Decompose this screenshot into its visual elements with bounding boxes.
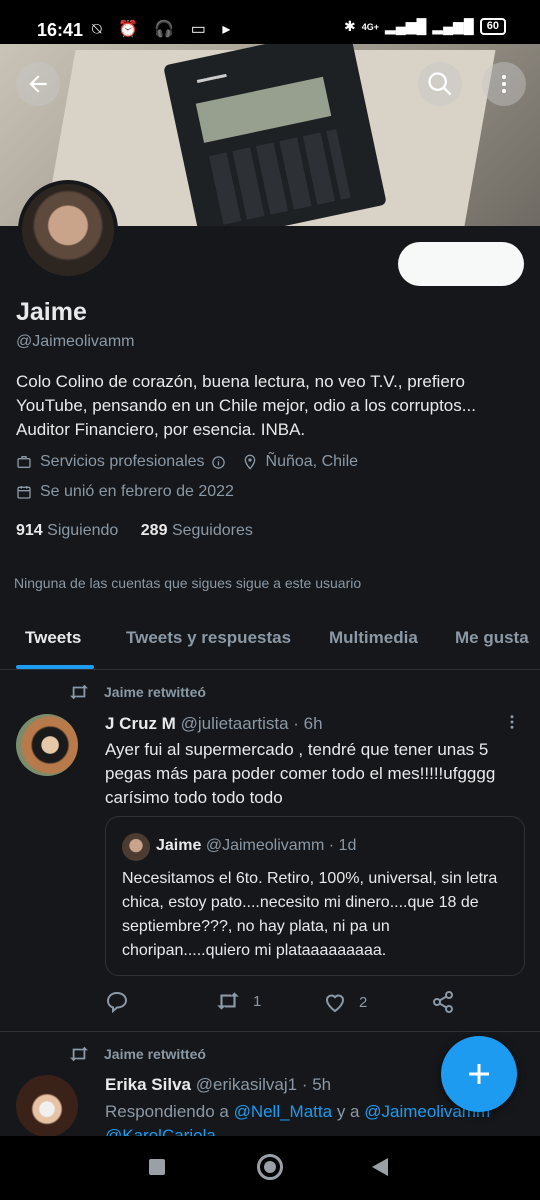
bluetooth-icon: ✱ — [344, 18, 356, 34]
avatar — [122, 833, 150, 861]
follow-counts: 914 Siguiendo 289 Seguidores — [16, 522, 253, 540]
calculator-screen — [195, 76, 332, 143]
heart-icon — [325, 994, 345, 1013]
banner-calculator: ▬▬▬ — [163, 44, 387, 226]
tweet-author[interactable]: Erika Silva — [105, 1075, 191, 1094]
reply-prefix: Respondiendo a — [105, 1102, 229, 1121]
retweet-label: Jaime retwitteó — [104, 684, 206, 700]
reply-button[interactable] — [105, 990, 141, 1014]
calculator-keys — [208, 129, 351, 225]
tab-likes[interactable]: Me gusta — [455, 628, 529, 648]
reply-icon — [106, 991, 128, 1014]
quoted-tweet[interactable]: Jaime @Jaimeolivamm · 1d Necesitamos el … — [105, 816, 525, 976]
retweet-button[interactable]: 1 — [215, 990, 261, 1012]
more-options-button[interactable] — [482, 62, 526, 106]
profile-name: Jaime — [16, 298, 87, 326]
tweet-header: Erika Silva @erikasilvaj1 · 5h — [105, 1075, 331, 1095]
profile-joined: Se unió en febrero de 2022 — [40, 483, 234, 500]
tab-tweets-and-replies[interactable]: Tweets y respuestas — [126, 628, 291, 648]
search-icon — [428, 72, 452, 96]
following-label: Siguiendo — [47, 522, 119, 539]
status-right-icons: ✱ 4G+ ▂▄▆█ ▂▄▆█ 60 — [344, 18, 506, 35]
tweet-text: Ayer fui al supermercado , tendré que te… — [105, 740, 496, 807]
battery-icon: 60 — [479, 18, 506, 35]
plus-icon — [469, 1064, 489, 1084]
signal-icon-2: ▂▄▆█ — [432, 18, 474, 34]
tweet-more-icon[interactable] — [503, 712, 521, 732]
retweet-count: 1 — [253, 992, 262, 1010]
profile-joined-row: Se unió en febrero de 2022 — [16, 483, 234, 501]
tweet-divider — [0, 1031, 540, 1032]
quoted-time: · 1d — [328, 837, 357, 854]
back-icon[interactable] — [372, 1158, 388, 1176]
profile-category-row: Servicios profesionales Ñuñoa, Chile — [16, 453, 358, 471]
search-button[interactable] — [418, 62, 462, 106]
tweet-header: J Cruz M @julietaartista · 6h — [105, 714, 323, 734]
tab-media[interactable]: Multimedia — [329, 628, 418, 648]
arrow-left-icon — [29, 75, 47, 93]
quoted-handle: @Jaimeolivamm — [205, 837, 325, 854]
following-count: 914 — [16, 522, 43, 539]
quoted-text: Necesitamos el 6to. Retiro, 100%, univer… — [122, 870, 498, 959]
follow-button[interactable] — [398, 242, 524, 286]
calendar-icon — [17, 486, 31, 499]
tweet-handle[interactable]: @julietaartista — [181, 714, 289, 733]
tweet-time: · 6h — [293, 714, 323, 733]
location-pin-icon — [244, 454, 255, 470]
system-navigation-bar — [0, 1136, 540, 1200]
tweet-time: · 5h — [301, 1075, 332, 1094]
recent-apps-icon[interactable] — [149, 1159, 165, 1175]
mutual-followers-notice: Ninguna de las cuentas que sigues sigue … — [14, 575, 362, 591]
home-icon[interactable] — [257, 1154, 283, 1180]
active-tab-indicator — [16, 665, 94, 669]
retweet-icon — [70, 1046, 88, 1062]
followers-link[interactable]: 289 Seguidores — [141, 522, 253, 539]
status-notification-icons: ⍉ ⏰ 🎧 ▭ ▸ — [92, 21, 237, 38]
retweet-icon — [70, 684, 88, 700]
share-button[interactable] — [431, 990, 467, 1014]
profile-tabs: Tweets Tweets y respuestas Multimedia Me… — [0, 612, 540, 670]
tweet-actions: 1 2 — [105, 990, 525, 1016]
reply-and: y a — [336, 1102, 360, 1121]
status-time: 16:41 — [37, 20, 84, 40]
tweet-handle[interactable]: @erikasilvaj1 — [196, 1075, 297, 1094]
retweet-label: Jaime retwitteó — [104, 1046, 206, 1062]
like-button[interactable]: 2 — [323, 990, 367, 1014]
like-count: 2 — [359, 993, 368, 1011]
tweet-author[interactable]: J Cruz M — [105, 714, 176, 733]
compose-tweet-button[interactable] — [441, 1036, 517, 1112]
info-icon[interactable] — [211, 455, 226, 470]
retweet-icon — [217, 992, 239, 1010]
more-vertical-icon — [502, 75, 506, 93]
quoted-author: Jaime — [156, 837, 202, 854]
avatar — [22, 184, 114, 276]
profile-bio: Colo Colino de corazón, buena lectura, n… — [16, 372, 476, 439]
retweet-context: Jaime retwitteó — [68, 1045, 206, 1063]
followers-count: 289 — [140, 522, 168, 539]
following-link[interactable]: 914 Siguiendo — [16, 522, 118, 539]
profile-avatar-frame[interactable] — [18, 180, 118, 280]
reply-mention[interactable]: @KarolCariola — [105, 1126, 216, 1136]
calculator-brand: ▬▬▬ — [195, 68, 228, 86]
profile-category[interactable]: Servicios profesionales — [40, 453, 205, 471]
avatar[interactable] — [16, 714, 78, 776]
quoted-tweet-header: Jaime @Jaimeolivamm · 1d — [156, 837, 356, 855]
briefcase-icon — [17, 456, 31, 468]
avatar[interactable] — [16, 1075, 78, 1137]
tab-tweets[interactable]: Tweets — [25, 628, 81, 648]
signal-icon: ▂▄▆█ — [385, 18, 427, 34]
share-icon — [433, 991, 453, 1013]
status-bar: 16:41 ⍉ ⏰ 🎧 ▭ ▸ ✱ 4G+ ▂▄▆█ ▂▄▆█ 60 — [0, 0, 540, 44]
back-button[interactable] — [16, 62, 60, 106]
profile-location: Ñuñoa, Chile — [265, 453, 359, 470]
followers-label: Seguidores — [171, 522, 253, 539]
network-type: 4G+ — [361, 21, 379, 32]
reply-mention[interactable]: @Nell_Matta — [234, 1102, 333, 1121]
profile-handle: @Jaimeolivamm — [16, 333, 135, 350]
retweet-context: Jaime retwitteó — [68, 683, 206, 701]
